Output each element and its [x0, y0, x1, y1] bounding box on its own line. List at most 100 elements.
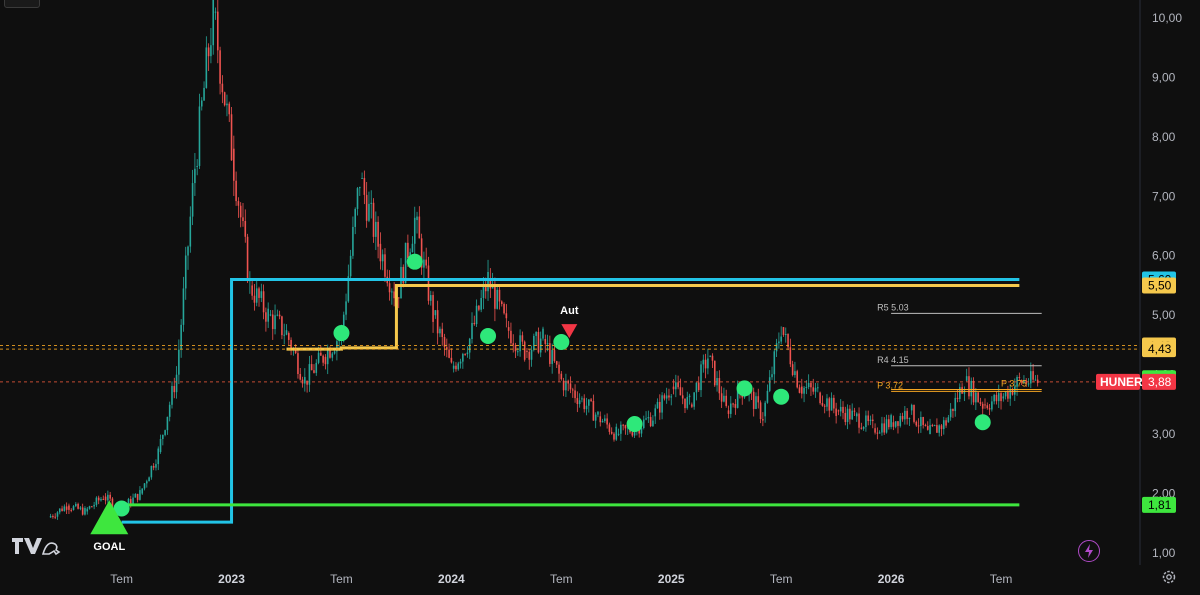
candle-body [991, 401, 993, 410]
candle-body [844, 412, 847, 423]
candle-body [184, 255, 187, 289]
candle-body [212, 0, 215, 46]
x-axis[interactable]: Tem 2023 Tem 2024 Tem 2025 Tem 2026 Tem [110, 572, 1012, 586]
buy-marker-3 [480, 328, 497, 345]
buy-marker-8 [974, 414, 991, 431]
candle-body [617, 433, 620, 435]
candle-body [549, 343, 551, 364]
candle-body [986, 405, 989, 409]
buy-marker-6 [736, 380, 753, 397]
candle-body [720, 393, 723, 402]
candle-body [84, 507, 86, 515]
candle-body [768, 377, 771, 391]
candle-body [867, 415, 870, 422]
x-tick-label: Tem [330, 572, 353, 586]
candle-body [81, 507, 84, 515]
candle-body [145, 481, 148, 484]
candle-body [688, 395, 691, 398]
candle-body [203, 87, 205, 101]
candle-body [725, 395, 728, 406]
candle-body [255, 288, 258, 303]
candle-body [345, 301, 347, 315]
y-tick-label: 9,00 [1152, 70, 1176, 84]
candle-body [718, 378, 721, 394]
candle-body [196, 165, 198, 167]
candle-body [148, 477, 150, 482]
candle-body [926, 426, 929, 430]
candle-body [370, 202, 373, 204]
candle-body [274, 315, 276, 330]
candle-body [503, 303, 505, 314]
y-tick-label: 1,00 [1152, 546, 1176, 560]
candle-body [622, 424, 624, 426]
candle-body [441, 328, 444, 338]
price-chart[interactable]: R5 5.03 R4 4.15 P 3.72 P 3.75 GOAL Aut 10,00… [0, 0, 1200, 595]
y-tick-label: 3,00 [1152, 427, 1176, 441]
y-tick-label: 6,00 [1152, 249, 1176, 263]
candle-body [510, 330, 512, 344]
candle-body [500, 301, 503, 304]
candle-body [965, 376, 968, 381]
candle-body [171, 386, 173, 405]
candle-body [613, 433, 615, 440]
candle-body [571, 389, 574, 391]
lightning-icon[interactable] [1078, 540, 1100, 562]
candle-body [361, 177, 363, 179]
candle-body [578, 400, 581, 405]
candle-body [205, 47, 208, 88]
y-tick-label: 7,00 [1152, 189, 1176, 203]
candle-body [210, 45, 212, 57]
candle-body [796, 371, 799, 388]
candle-body [384, 254, 386, 277]
candle-body [425, 259, 428, 266]
candle-body [805, 387, 808, 389]
candle-body [56, 512, 59, 517]
candle-body [393, 291, 395, 299]
candles-layer [49, 0, 1039, 520]
candle-body [219, 50, 221, 84]
candle-body [191, 183, 194, 217]
settings-gear-icon[interactable] [1161, 569, 1177, 585]
candle-body [155, 464, 157, 468]
candle-body [631, 432, 634, 436]
candle-body [782, 327, 785, 335]
candle-body [553, 350, 556, 362]
candle-body [686, 397, 689, 409]
candle-body [837, 410, 840, 412]
candle-body [702, 359, 705, 365]
candle-body [968, 376, 970, 397]
candle-body [136, 493, 139, 500]
candle-body [388, 283, 391, 293]
candle-body [1032, 371, 1034, 380]
candle-body [665, 395, 668, 399]
candle-body [654, 408, 657, 417]
candle-body [734, 404, 737, 408]
candle-body [729, 403, 732, 414]
candle-body [924, 424, 927, 427]
candle-body [162, 434, 164, 440]
candle-body [780, 336, 782, 342]
candle-body [54, 516, 56, 518]
pivot-levels-layer: R5 5.03 R4 4.15 P 3.72 P 3.75 [877, 302, 1042, 392]
x-tick-label: Tem [770, 572, 793, 586]
candle-body [709, 355, 711, 357]
candle-body [100, 498, 102, 501]
candle-body [865, 415, 867, 428]
candle-body [823, 405, 826, 407]
candle-body [507, 327, 510, 331]
candle-body [920, 417, 922, 427]
candle-body [423, 259, 425, 268]
candle-body [68, 505, 70, 510]
candle-body [521, 335, 524, 342]
candle-body [65, 506, 68, 510]
candle-body [697, 382, 700, 391]
candle-body [906, 410, 908, 419]
candle-body [791, 364, 794, 376]
candle-body [200, 100, 203, 107]
candle-body [152, 465, 155, 468]
candle-body [988, 408, 991, 410]
candle-body [888, 419, 890, 428]
candle-body [72, 506, 75, 510]
candle-body [448, 349, 450, 358]
candle-body [869, 419, 872, 422]
